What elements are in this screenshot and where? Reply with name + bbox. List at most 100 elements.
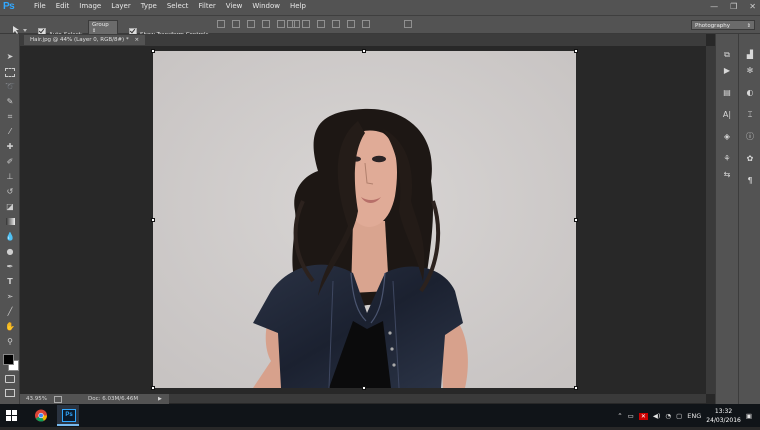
transform-handle-top-left[interactable] [151,49,155,53]
actions-panel-icon[interactable]: ▶ [721,66,733,76]
clock-date: 24/03/2016 [706,417,741,424]
color-panel-icon[interactable]: ✿ [744,154,756,164]
transform-handle-bottom-right[interactable] [574,386,578,390]
menu-select[interactable]: Select [162,2,194,10]
distribute-buttons [287,20,370,28]
crop-tool-icon[interactable]: ⌗ [4,111,16,122]
transform-handle-middle-left[interactable] [151,218,155,222]
clone-source-icon[interactable]: ⚘ [721,154,733,164]
document-tab[interactable]: Hair.jpg @ 44% (Layer 0, RGB/8#) * × [24,35,146,45]
transform-panel-icon[interactable]: ⌶ [744,110,756,120]
align-bottom-edges-icon[interactable] [247,20,255,28]
action-center-icon[interactable]: ▣ [746,412,752,420]
hand-tool-icon[interactable]: ✋ [4,321,16,332]
quick-selection-tool-icon[interactable]: ✎ [4,96,16,107]
align-left-edges-icon[interactable] [262,20,270,28]
brush-presets-icon[interactable]: ▤ [721,88,733,98]
notification-icon[interactable]: ▢ [676,412,682,420]
photoshop-logo: Ps [3,1,15,12]
marquee-tool-icon[interactable] [4,66,16,77]
horizontal-scrollbar[interactable] [169,394,706,403]
paragraph-panel-icon[interactable]: ¶ [744,176,756,186]
auto-align-layers-icon[interactable] [404,20,412,28]
zoom-tool-icon[interactable]: ⚲ [4,336,16,347]
clock[interactable]: 13:32 24/03/2016 [706,407,741,425]
dodge-tool-icon[interactable]: ● [4,246,16,257]
align-vertical-centers-icon[interactable] [232,20,240,28]
vertical-scrollbar[interactable] [706,46,715,394]
transform-handle-top-right[interactable] [574,49,578,53]
portrait-photo [153,51,576,388]
options-bar: Auto-Select: Group ⇕ Show Transform Cont… [0,15,760,38]
network-icon[interactable]: ◔ [665,412,671,420]
menu-filter[interactable]: Filter [193,2,220,10]
distribute-right-icon[interactable] [362,20,370,28]
histogram-panel-icon[interactable]: ▟ [744,50,756,60]
menu-image[interactable]: Image [74,2,106,10]
document-canvas[interactable] [153,51,576,388]
antivirus-icon[interactable]: ✕ [638,412,648,420]
info-panel-icon[interactable]: ⓘ [744,132,756,142]
restore-button[interactable]: ❐ [730,2,737,11]
tool-presets-icon[interactable]: ⇆ [721,170,733,180]
blur-tool-icon[interactable]: 💧 [4,231,16,242]
chrome-taskbar-icon[interactable] [30,405,52,426]
healing-brush-tool-icon[interactable]: ✚ [4,141,16,152]
windows-start-icon[interactable] [6,410,17,421]
eraser-tool-icon[interactable]: ◪ [4,201,16,212]
transform-handle-top-center[interactable] [362,49,366,53]
move-tool-icon[interactable]: ➤ [4,51,16,62]
transform-handle-bottom-left[interactable] [151,386,155,390]
distribute-left-icon[interactable] [332,20,340,28]
history-panel-icon[interactable]: ⧉ [721,50,733,60]
clone-stamp-tool-icon[interactable]: ⊥ [4,171,16,182]
minimize-button[interactable]: — [710,2,718,11]
eyedropper-tool-icon[interactable]: ⁄ [4,126,16,137]
workspace-value: Photography [695,23,731,29]
align-horizontal-centers-icon[interactable] [277,20,285,28]
screen-mode-icon[interactable] [4,387,16,398]
quick-mask-icon[interactable] [4,373,16,384]
layers-panel-icon[interactable]: ◈ [721,132,733,142]
adjustments-panel-icon[interactable]: ◐ [744,88,756,98]
gradient-tool-icon[interactable] [4,216,16,227]
show-hidden-icons-icon[interactable]: ⌃ [617,412,622,420]
distribute-bottom-icon[interactable] [317,20,325,28]
menu-layer[interactable]: Layer [106,2,136,10]
menu-bar: Ps File Edit Image Layer Type Select Fil… [0,0,760,15]
type-tool-icon[interactable]: T [4,276,16,287]
history-brush-tool-icon[interactable]: ↺ [4,186,16,197]
pen-tool-icon[interactable]: ✒ [4,261,16,272]
workspace-dropdown[interactable]: Photography ⇕ [691,20,755,30]
transform-handle-bottom-center[interactable] [362,386,366,390]
photoshop-taskbar-icon[interactable]: Ps [57,405,79,426]
align-top-edges-icon[interactable] [217,20,225,28]
document-tab-title: Hair.jpg @ 44% (Layer 0, RGB/8#) * [30,37,129,43]
chevron-down-icon: ⇕ [746,23,751,29]
navigator-panel-icon[interactable]: ✻ [744,66,756,76]
close-window-button[interactable]: ✕ [749,2,756,11]
menu-edit[interactable]: Edit [51,2,75,10]
brush-tool-icon[interactable]: ✐ [4,156,16,167]
distribute-vcenter-icon[interactable] [302,20,310,28]
transform-handle-middle-right[interactable] [574,218,578,222]
status-menu-arrow-icon[interactable]: ▶ [158,394,162,404]
menu-view[interactable]: View [221,2,248,10]
status-icon[interactable] [54,396,62,403]
move-tool-preset-picker[interactable] [12,20,28,34]
menu-type[interactable]: Type [136,2,162,10]
menu-file[interactable]: File [29,2,51,10]
menu-window[interactable]: Window [247,2,285,10]
distribute-top-icon[interactable] [287,20,295,28]
zoom-level[interactable]: 43.95% [26,394,47,404]
battery-icon[interactable]: ▭ [628,412,634,420]
volume-icon[interactable]: ◀) [653,412,661,420]
character-panel-icon[interactable]: A| [721,110,733,120]
line-tool-icon[interactable]: ╱ [4,306,16,317]
path-selection-tool-icon[interactable]: ➣ [4,291,16,302]
language-indicator[interactable]: ENG [687,412,701,420]
lasso-tool-icon[interactable]: ➰ [4,81,16,92]
menu-help[interactable]: Help [285,2,311,10]
close-tab-button[interactable]: × [134,37,139,43]
distribute-hcenter-icon[interactable] [347,20,355,28]
